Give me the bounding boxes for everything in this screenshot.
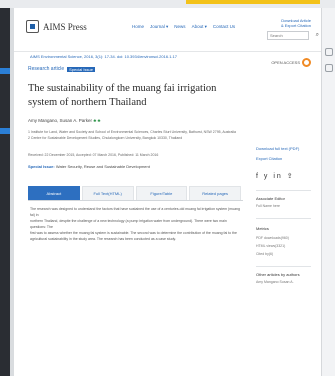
abstract-line: The research was designed to understand … <box>30 207 240 217</box>
editor-name[interactable]: Full Name here <box>256 204 311 209</box>
toolbar-star-icon[interactable] <box>325 48 333 56</box>
nav-item-news[interactable]: News <box>174 24 185 30</box>
left-side-panel <box>0 8 10 376</box>
nav-item-journal[interactable]: Journal ▾ <box>150 24 168 30</box>
social-share-icons[interactable]: f y in ⇪ <box>256 173 311 180</box>
tab-figure-table[interactable]: Figure/Table <box>135 186 188 200</box>
metrics-pdf: PDF downloads(960) <box>256 236 289 240</box>
abstract-text: The research was designed to understand … <box>30 206 242 242</box>
search-icon[interactable]: ⌕ <box>316 32 319 39</box>
author-link[interactable]: Amy Mangano <box>28 118 57 123</box>
nav-item-home[interactable]: Home <box>132 24 144 30</box>
main-nav: Home Journal ▾ News About ▾ Contact Us <box>132 24 235 30</box>
metrics-heading: Metrics <box>256 226 269 231</box>
right-side-toolbar <box>321 8 335 376</box>
nav-item-contact[interactable]: Contact Us <box>213 24 235 30</box>
sidebar-divider <box>256 190 311 191</box>
article-type-row: Research article Special Issue <box>28 66 95 72</box>
logo-icon <box>26 20 39 33</box>
editor-heading: Associate Editor <box>256 196 285 201</box>
open-access-label: OPEN ACCESS <box>271 60 300 65</box>
article-dates: Received: 22 December 2015, Accepted: 07… <box>28 153 159 157</box>
special-issue-row: Special Issue: Water Security, Reuse and… <box>28 164 150 169</box>
download-link-sub: & Export Citation <box>280 23 311 28</box>
logo-text: AIMS Press <box>43 21 87 32</box>
site-logo[interactable]: AIMS Press <box>26 20 87 33</box>
tab-abstract[interactable]: Abstract <box>28 186 80 200</box>
author-link[interactable]: , Susan A. Parker <box>57 118 92 123</box>
tab-full-text[interactable]: Full Text(HTML) <box>81 186 134 200</box>
special-issue-link[interactable]: Water Security, Reuse and Sustainable De… <box>56 164 150 169</box>
affiliation-2: 2 Centre for Sustainable Development Stu… <box>28 135 183 140</box>
article-title: The sustainability of the muang fai irri… <box>28 83 217 108</box>
search-input[interactable]: Search <box>267 31 309 40</box>
article-tabs: Abstract Full Text(HTML) Figure/Table Re… <box>28 186 243 201</box>
special-issue-badge[interactable]: Special Issue <box>67 66 95 72</box>
web-page: AIMS Press Home Journal ▾ News About ▾ C… <box>14 8 321 376</box>
sidebar-divider <box>256 218 311 219</box>
abstract-line: northern Thailand, despite the challenge… <box>30 219 227 229</box>
author-list: Amy Mangano, Susan A. Parker ♣ ♣ <box>28 118 100 123</box>
export-citation-link[interactable]: Export Citation <box>256 156 311 161</box>
article-meta[interactable]: AIMS Environmental Science, 2016, 3(1): … <box>30 54 177 59</box>
open-access-badge: OPEN ACCESS <box>271 58 311 67</box>
special-issue-label: Special Issue: <box>28 164 55 169</box>
left-panel-marker[interactable] <box>0 68 10 74</box>
affiliations: 1 Institute for Land, Water and Society … <box>28 130 238 141</box>
screenshot-stage: AIMS Press Home Journal ▾ News About ▾ C… <box>0 0 335 376</box>
site-header: AIMS Press Home Journal ▾ News About ▾ C… <box>14 8 321 52</box>
metrics-cited[interactable]: Cited by(6) <box>256 252 311 257</box>
metrics-html: HTML views(3321) <box>256 244 286 248</box>
affiliation-1: 1 Institute for Land, Water and Society … <box>28 130 236 134</box>
toolbar-share-icon[interactable] <box>325 64 333 72</box>
open-access-icon <box>302 58 311 67</box>
article-type-label: Research article <box>28 66 65 72</box>
other-articles-heading: Other articles by authors <box>256 272 300 277</box>
tab-related-pages[interactable]: Related pages <box>189 186 241 200</box>
left-panel-marker[interactable] <box>0 128 10 134</box>
download-article-link[interactable]: Download Article & Export Citation <box>281 18 311 28</box>
download-pdf-link[interactable]: Download full text (PDF) <box>256 146 311 151</box>
browser-accent-bar <box>186 0 320 4</box>
nav-item-about[interactable]: About ▾ <box>192 24 207 30</box>
other-articles-links[interactable]: Amy Mangano Susan A. <box>256 280 311 285</box>
sidebar-divider <box>256 266 311 267</box>
abstract-line: agricultural sustainability in the study… <box>30 237 176 241</box>
orcid-icon[interactable]: ♣ ♣ <box>93 118 100 123</box>
